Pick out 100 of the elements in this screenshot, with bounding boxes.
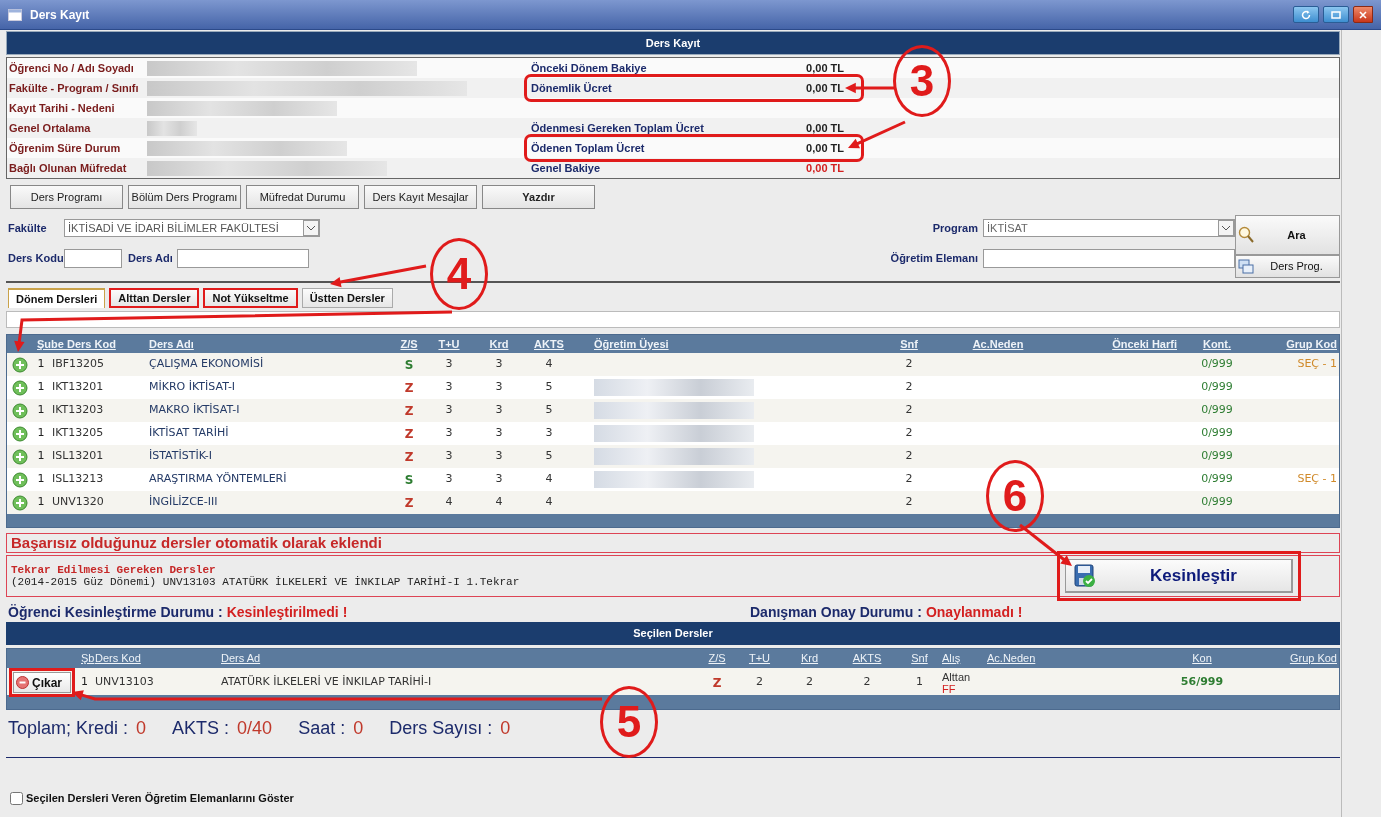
table-cell-text: 3 <box>444 402 454 419</box>
table-cell-text: 3 <box>544 425 554 442</box>
add-icon[interactable] <box>12 356 28 373</box>
confirm-button[interactable]: Kesinleştir <box>1065 559 1293 593</box>
column-header[interactable]: Ac.Neden <box>929 335 1067 353</box>
table-cell-text: 2 <box>755 674 764 691</box>
table-cell-text: UNV13103 <box>95 674 155 691</box>
summary-label: Önceki Dönem Bakiye <box>530 60 648 76</box>
column-header[interactable]: Ders Kod <box>95 650 221 667</box>
column-header[interactable]: Kont. <box>1177 335 1257 353</box>
search-button[interactable]: Ara <box>1235 215 1340 255</box>
table-cell-text: İKTİSAT TARİHİ <box>149 425 230 442</box>
status-label: Öğrenci Kesinleştirme Durumu : <box>8 603 223 622</box>
table-cell-text: İSTATİSTİK-I <box>149 448 213 465</box>
section-header: Ders Kayıt <box>6 31 1340 55</box>
column-header[interactable]: Snf <box>897 650 942 667</box>
restore-button[interactable] <box>1323 6 1349 23</box>
add-icon[interactable] <box>12 379 28 396</box>
add-icon[interactable] <box>12 402 28 419</box>
column-header[interactable]: Önceki Harfi <box>1067 335 1177 353</box>
table-cell-text: 2 <box>904 471 914 488</box>
table-cell-text: Z <box>403 379 415 397</box>
instructor-field[interactable] <box>983 249 1235 268</box>
column-header[interactable]: Şb <box>81 650 95 667</box>
column-header[interactable]: Grup Kod <box>1247 650 1341 667</box>
summary-value: 0,00 TL <box>805 160 844 176</box>
column-header[interactable]: Ders Ad <box>221 650 697 667</box>
toolbar-button[interactable]: Müfredat Durumu <box>246 185 359 209</box>
table-cell-text: Alttan <box>942 670 972 683</box>
faculty-select[interactable]: İKTİSADİ VE İDARİ BİLİMLER FAKÜLTESİ <box>64 219 320 237</box>
summary-label: Ödenmesi Gereken Toplam Ücret <box>530 120 705 136</box>
column-header[interactable]: AKTS <box>837 650 897 667</box>
total-value: 0 <box>136 716 147 740</box>
table-cell-text: 1 <box>36 402 46 419</box>
program-select[interactable]: İKTİSAT <box>983 219 1235 237</box>
table-cell-text: 0/999 <box>1200 448 1234 465</box>
column-header[interactable]: Grup Kod <box>1257 335 1341 353</box>
toolbar-button[interactable]: Bölüm Ders Programı <box>128 185 241 209</box>
box-title: Tekrar Edilmesi Gereken Dersler <box>11 564 217 576</box>
column-header[interactable]: Z/S <box>394 335 424 353</box>
summary-value: 0,00 TL <box>805 140 844 156</box>
repeat-course-line: (2014-2015 Güz Dönemi) UNV13103 ATATÜRK İLKELERİ VE İNKILAP TARİHİ-I 1.Tekrar <box>11 576 520 588</box>
column-header[interactable]: Ders Adı <box>149 335 394 353</box>
table-cell-text: S <box>403 356 415 374</box>
grade-text: FF <box>942 682 957 695</box>
add-icon[interactable] <box>12 448 28 465</box>
column-header[interactable]: AKTS <box>524 335 574 353</box>
field-label: Ders Kodu <box>7 251 64 267</box>
column-header[interactable]: Krd <box>782 650 837 667</box>
table-cell-text: Z <box>403 425 415 443</box>
total-label: Toplam; Kredi : <box>8 716 129 740</box>
tab[interactable]: Dönem Dersleri <box>8 288 106 308</box>
table-cell-text: 0/999 <box>1200 471 1234 488</box>
column-header[interactable]: T+U <box>424 335 474 353</box>
table-cell-text: 3 <box>444 425 454 442</box>
schedule-button[interactable]: Ders Prog. <box>1235 255 1340 278</box>
column-header[interactable]: T+U <box>737 650 782 667</box>
add-icon[interactable] <box>12 471 28 488</box>
info-label: Öğrenci No / Adı Soyadı <box>8 60 135 76</box>
caret-icon <box>303 220 319 236</box>
add-icon[interactable] <box>12 425 28 442</box>
redacted-block <box>147 120 197 136</box>
summary-label: Ödenen Toplam Ücret <box>530 140 646 156</box>
toolbar-button[interactable]: Ders Programı <box>10 185 123 209</box>
checkbox-label: Seçilen Dersleri Veren Öğretim Elemanlarını Göster <box>26 791 294 806</box>
summary-value: 0,00 TL <box>805 80 844 96</box>
toolbar-button[interactable]: Ders Kayıt Mesajlar <box>364 185 477 209</box>
toolbar-button[interactable]: Yazdır <box>482 185 595 209</box>
table-cell-text: 3 <box>494 425 504 442</box>
column-header[interactable]: Snf <box>889 335 929 353</box>
column-header[interactable]: Ac.Neden <box>987 650 1157 667</box>
column-header[interactable]: Öğretim Üyesi <box>574 335 889 353</box>
summary-value: 0,00 TL <box>805 120 844 136</box>
column-header[interactable]: Kon <box>1157 650 1247 667</box>
text-field[interactable] <box>6 311 1340 328</box>
table-cell-text: 2 <box>904 356 914 373</box>
table-cell-text: 0/999 <box>1200 356 1234 373</box>
column-header[interactable]: Z/S <box>697 650 737 667</box>
close-icon <box>1359 10 1367 19</box>
table-cell-text: ISL13213 <box>51 471 105 488</box>
checkbox[interactable] <box>10 791 23 805</box>
course-code-field[interactable] <box>64 249 122 268</box>
course-name-field[interactable] <box>176 249 309 268</box>
table-cell-text: 1 <box>36 425 46 442</box>
total-value: 0 <box>353 716 364 740</box>
table-cell-text: ISL13201 <box>51 448 105 465</box>
tab[interactable]: Alttan Dersler <box>109 288 200 308</box>
table-cell-text: MAKRO İKTİSAT-I <box>149 402 241 419</box>
add-icon[interactable] <box>12 494 28 511</box>
column-header[interactable]: Krd <box>474 335 524 353</box>
column-header[interactable]: Alış <box>942 650 987 667</box>
column-header[interactable]: Şube Ders Kod <box>33 335 149 353</box>
remove-button[interactable]: Çıkar <box>13 672 71 693</box>
table-cell-text: 4 <box>544 356 554 373</box>
table-cell-text: 1 <box>81 674 89 691</box>
tab[interactable]: Not Yükseltme <box>203 288 298 308</box>
tab[interactable]: Üstten Dersler <box>301 288 393 308</box>
table-cell-text: 5 <box>544 448 554 465</box>
refresh-button[interactable] <box>1293 6 1319 23</box>
close-button[interactable] <box>1353 6 1373 23</box>
